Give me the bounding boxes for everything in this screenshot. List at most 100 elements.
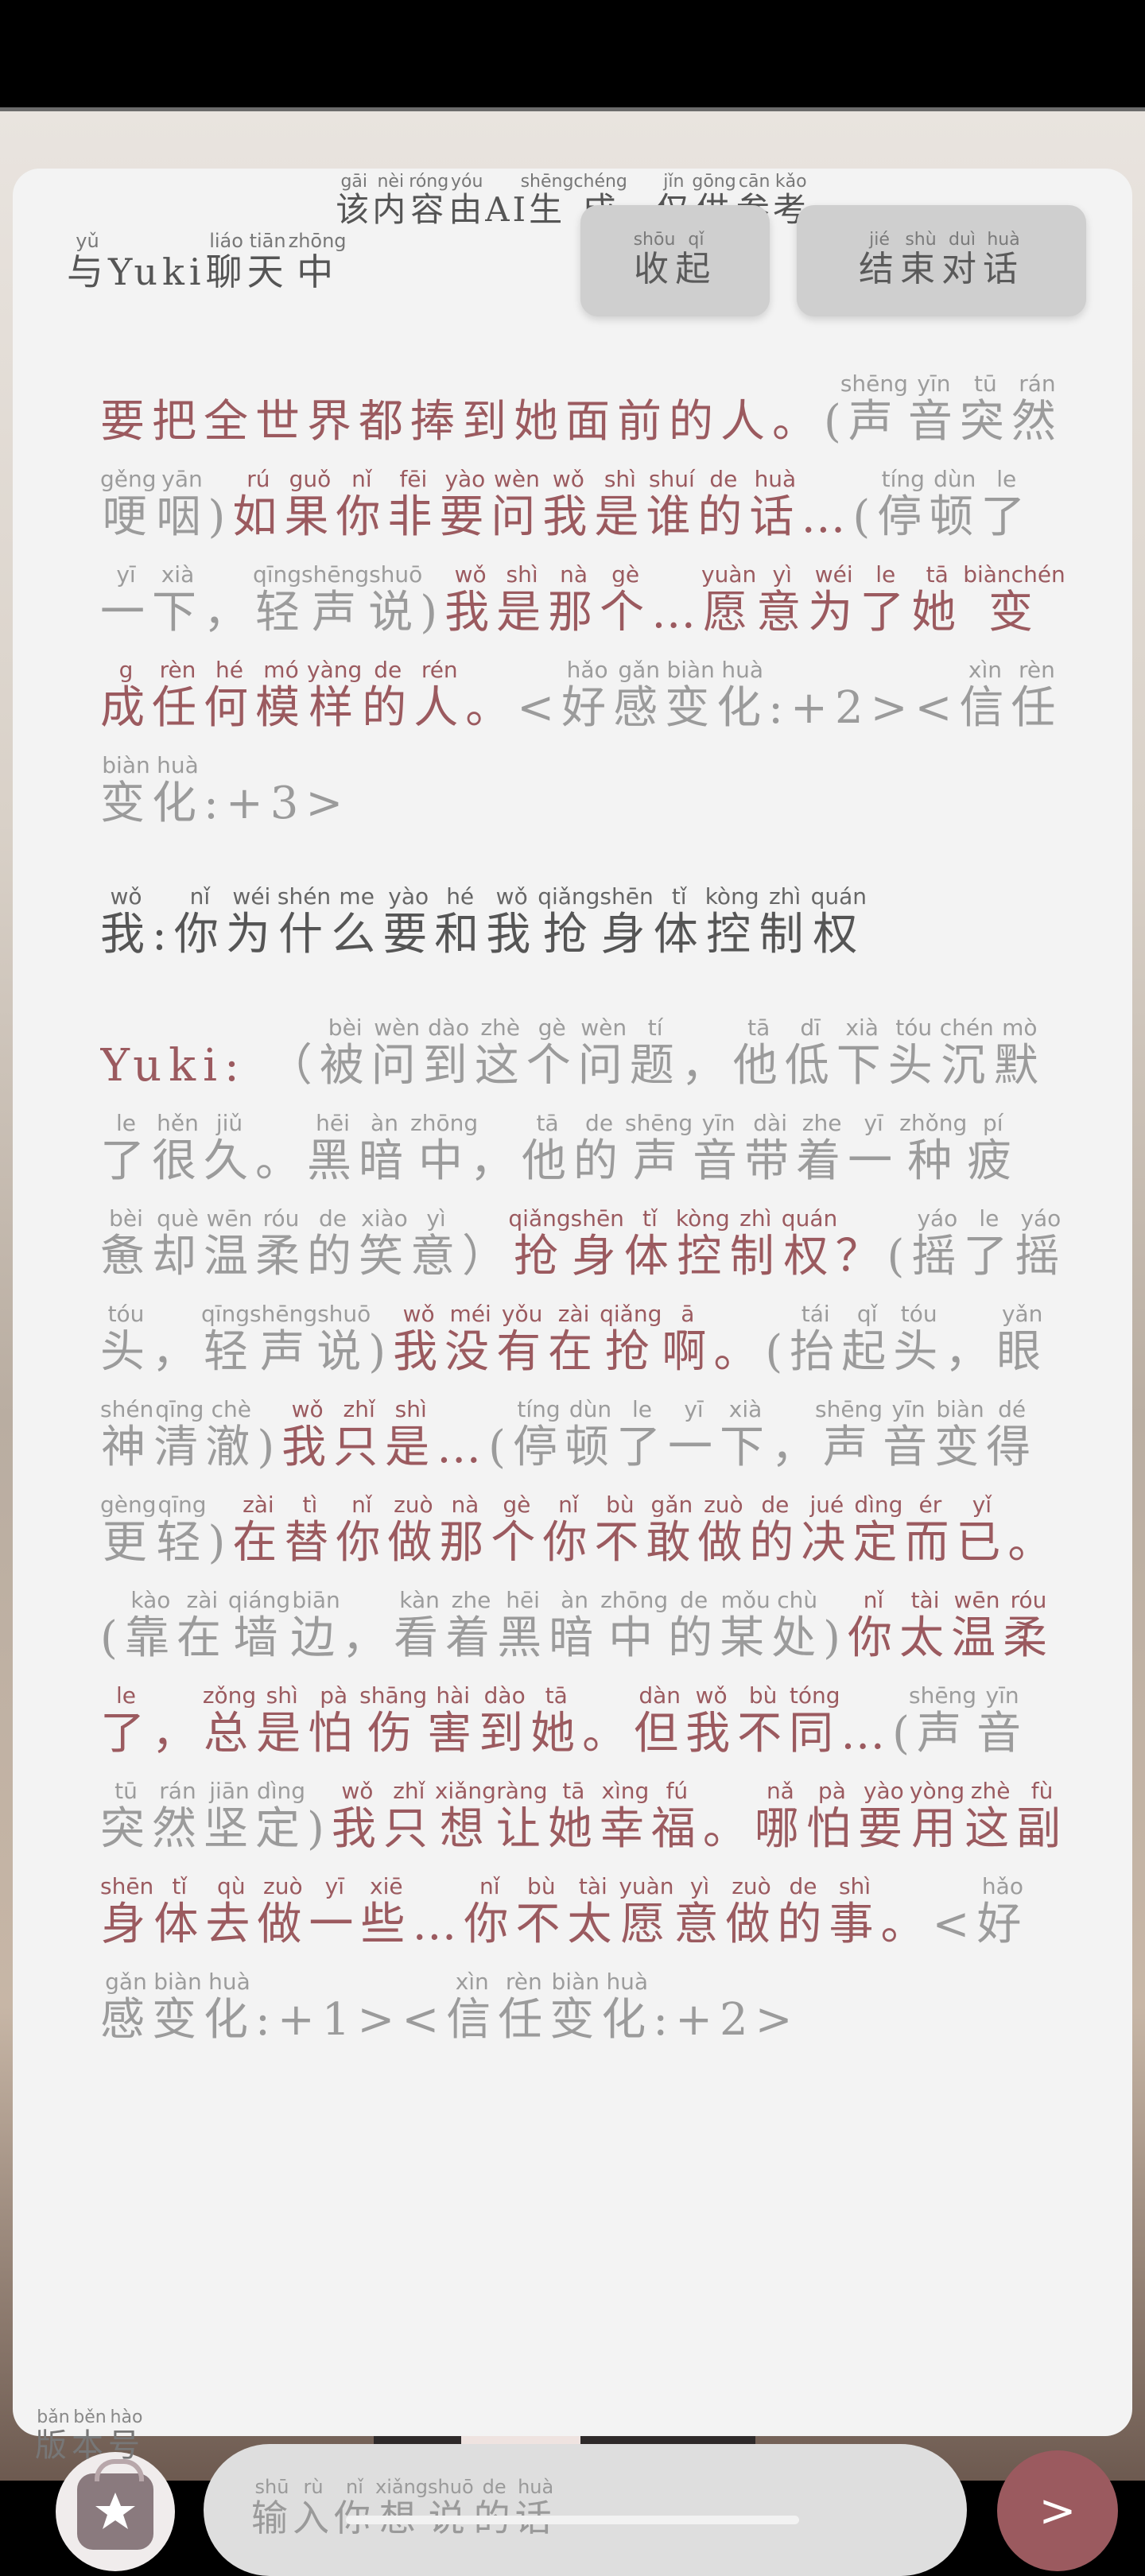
ruby-char: 谁shuí bbox=[646, 466, 698, 543]
message-input[interactable]: 输shū入rù你nǐ想说xiǎngshuō的de话huà… bbox=[204, 2444, 967, 2576]
collapse-button[interactable]: 收shōu 起qǐ bbox=[580, 205, 770, 316]
ruby-char: 何hé bbox=[204, 657, 255, 734]
ruby-char: 身shēn bbox=[570, 1205, 624, 1282]
ruby-char: 权quán bbox=[810, 883, 867, 960]
ruby-char: 么me bbox=[331, 883, 383, 960]
ruby-char: 变biàn bbox=[934, 1396, 987, 1473]
ruby-char: 默mò bbox=[993, 1014, 1046, 1092]
ruby-char-plain: 面 bbox=[565, 396, 617, 448]
ruby-char: 体tǐ bbox=[623, 1205, 676, 1282]
ruby-char: 惫bèi bbox=[100, 1205, 152, 1282]
ruby-char: 温wēn bbox=[951, 1587, 1003, 1664]
ruby-char: 靠kào bbox=[124, 1587, 177, 1664]
home-indicator[interactable] bbox=[346, 2516, 799, 2524]
ruby-char: 信xìn bbox=[446, 1969, 499, 2046]
ruby-char: 然rán bbox=[1011, 374, 1063, 448]
ruby-char-plain: ， bbox=[470, 1135, 522, 1187]
ruby-char: 中zhōng bbox=[600, 1587, 669, 1664]
ruby-char-plain: < bbox=[932, 1899, 977, 1950]
ruby-char: 然rán bbox=[152, 1778, 204, 1855]
ruby-char: 起qǐ bbox=[841, 1301, 894, 1378]
ruby-char: 很hěn bbox=[152, 1110, 204, 1187]
ruby-char-plain: 。 bbox=[713, 1326, 766, 1378]
gift-icon bbox=[77, 2459, 153, 2550]
ruby-char-plain: ) bbox=[307, 1803, 332, 1855]
ruby-char: 下xià bbox=[720, 1396, 772, 1473]
ruby-char: 得dé bbox=[986, 1396, 1038, 1473]
ruby-char: 轻qīng bbox=[156, 1492, 208, 1569]
ruby-char: 我wǒ bbox=[685, 1682, 738, 1759]
ruby-char: 个gè bbox=[491, 1492, 543, 1569]
ruby-char: 已yǐ bbox=[956, 1492, 1008, 1569]
ruby-char: 到dào bbox=[479, 1682, 531, 1759]
ruby-char: 非fēi bbox=[387, 466, 440, 543]
ruby-char: 我wǒ bbox=[100, 883, 152, 960]
action-text: (靠kào在zài墙qiáng边biān，看kàn着zhe黑hēi暗àn中zhō… bbox=[100, 1587, 848, 1664]
ruby-char: 头tóu bbox=[893, 1301, 945, 1378]
ruby-char-plain: ( bbox=[488, 1422, 514, 1473]
ruby-char: 黑hēi bbox=[307, 1110, 359, 1187]
ruby-char: 模mó bbox=[255, 657, 307, 734]
ruby-char: 定dìng bbox=[255, 1778, 307, 1855]
ruby-char: 变biàn bbox=[152, 1969, 204, 2046]
ruby-char: 音yīn bbox=[693, 1110, 745, 1187]
ruby-char: 感gǎn bbox=[100, 1969, 152, 2046]
ruby-char: 柔róu bbox=[1003, 1587, 1055, 1664]
send-button[interactable]: > bbox=[997, 2450, 1118, 2571]
version-label: 版bǎn本běn号hào bbox=[35, 2407, 145, 2477]
speech-text: 要把全世界都捧到她面前的人。 bbox=[100, 396, 824, 448]
ruby-char-plain: ( bbox=[887, 1231, 912, 1282]
ruby-char: 暗àn bbox=[359, 1110, 410, 1187]
ruby-char: 幸xìng bbox=[599, 1778, 651, 1855]
ruby-char: 声shēng bbox=[908, 1682, 977, 1759]
ruby-char: 结jié bbox=[859, 229, 900, 289]
ruby-char: 问wèn bbox=[577, 1014, 630, 1092]
speech-text: 我wǒ没méi有yǒu在zài抢qiǎng啊ā。 bbox=[393, 1301, 766, 1378]
ruby-char: 头tóu bbox=[100, 1301, 152, 1378]
ruby-char: 下xià bbox=[836, 1014, 888, 1092]
ruby-char: 但dàn bbox=[634, 1682, 686, 1759]
ruby-char: 了le bbox=[100, 1110, 152, 1187]
ruby-char-plain: 到 bbox=[462, 396, 514, 448]
message-list[interactable]: 要把全世界都捧到她面前的人。(声shēng音yīn突tū然rán哽gěng咽yā… bbox=[100, 374, 1070, 2361]
ruby-char: 顿dùn bbox=[929, 466, 981, 543]
ruby-char: 个gè bbox=[600, 561, 652, 638]
ruby-char: 收shōu bbox=[633, 229, 676, 289]
ruby-char-plain: 她 bbox=[514, 396, 565, 448]
ruby-char: 眼yǎn bbox=[996, 1301, 1049, 1378]
ruby-char: 是shì bbox=[496, 561, 549, 638]
user-message: 我wǒ:你nǐ为wéi什shén么me要yào和hé我wǒ抢qiǎng身shēn… bbox=[100, 883, 1070, 983]
end-conversation-button[interactable]: 结jié 束shù 对duì 话huà bbox=[797, 205, 1086, 316]
ruby-char: 意yì bbox=[756, 561, 809, 638]
ruby-char: 事shì bbox=[829, 1873, 881, 1950]
ruby-char: 她tā bbox=[911, 561, 964, 638]
ruby-char-plain: :+2> bbox=[653, 1994, 800, 2046]
ruby-char: 暗àn bbox=[549, 1587, 601, 1664]
ruby-char-plain: ， bbox=[152, 1708, 204, 1759]
ruby-char: 身shēn bbox=[600, 883, 654, 960]
ruby-char: 音yīn bbox=[907, 374, 960, 448]
ruby-char: 伤shāng bbox=[359, 1682, 428, 1759]
ai-message: 要把全世界都捧到她面前的人。 (声shēng音yīn突tū然rán 哽gěng咽yā… bbox=[100, 374, 1070, 852]
ruby-char: 想xiǎng bbox=[434, 1778, 496, 1855]
ruby-char-plain: 前 bbox=[617, 396, 669, 448]
ruby-char-plain: … bbox=[412, 1899, 464, 1950]
ruby-char: 带dài bbox=[744, 1110, 797, 1187]
ruby-char: 头tóu bbox=[887, 1014, 940, 1092]
ruby-char: 处chù bbox=[771, 1587, 824, 1664]
ruby-char-plain: ( bbox=[765, 1326, 790, 1378]
ruby-char-plain: 。 bbox=[465, 682, 518, 734]
ruby-char: 同tóng bbox=[789, 1682, 841, 1759]
ruby-char-plain: ( bbox=[100, 1612, 125, 1664]
ruby-char: 却què bbox=[152, 1205, 204, 1282]
ruby-char-plain: 。 bbox=[772, 396, 824, 448]
ruby-char: 没méi bbox=[444, 1301, 497, 1378]
ruby-char-plain: :+1>< bbox=[255, 1994, 447, 2046]
ruby-char-plain: 界 bbox=[307, 396, 359, 448]
ruby-char: 笑xiào bbox=[359, 1205, 410, 1282]
speech-text: 如rú果guǒ你nǐ非fēi要yào问wèn我wǒ是shì谁shuí的de话hu… bbox=[232, 466, 852, 543]
ruby-char: 摇yáo bbox=[911, 1205, 964, 1282]
ruby-char: 是shì bbox=[256, 1682, 309, 1759]
ruby-char: 抢qiǎng bbox=[538, 883, 600, 960]
ruby-char: 做zuò bbox=[387, 1492, 440, 1569]
